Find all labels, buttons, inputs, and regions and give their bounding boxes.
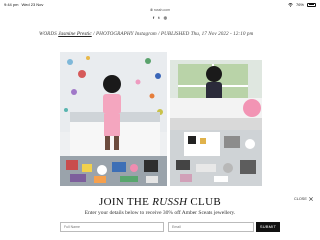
article-photo-living-room <box>170 60 262 186</box>
submit-button[interactable]: SUBMIT <box>256 222 280 232</box>
words-label: WORDS <box>39 31 57 37</box>
newsletter-title-prefix: JOIN THE <box>99 196 150 208</box>
bedroom-illustration <box>60 52 167 186</box>
article-credits: WORDS Jasmine Prestic / PHOTOGRAPHY Inst… <box>39 31 254 37</box>
newsletter-title-brand: RUSSH <box>152 196 188 208</box>
published-label: PUBLISHED <box>160 31 190 37</box>
newsletter-title-suffix: CLUB <box>190 196 221 208</box>
published-date: Thu, 17 Nov 2022 - 12:10 pm <box>190 31 254 37</box>
newsletter-subtitle: Enter your details below to receive 30% … <box>84 210 236 216</box>
living-room-illustration <box>170 60 262 186</box>
instagram-icon[interactable]: ◎ <box>164 15 168 20</box>
battery-icon <box>307 2 316 7</box>
email-input[interactable] <box>168 222 254 232</box>
social-links: f t ◎ <box>0 15 320 20</box>
article-photo-bedroom <box>60 52 167 186</box>
newsletter-title: JOIN THE RUSSH CLUB <box>0 196 320 208</box>
lock-icon <box>150 8 153 11</box>
facebook-icon[interactable]: f <box>153 15 154 20</box>
photographer-link[interactable]: Instagram <box>135 31 157 37</box>
full-name-input[interactable] <box>60 222 164 232</box>
url-text: russh.com <box>153 8 171 12</box>
twitter-icon[interactable]: t <box>158 15 159 20</box>
wifi-icon <box>288 2 293 7</box>
author-link[interactable]: Jasmine Prestic <box>58 31 92 37</box>
photography-label: PHOTOGRAPHY <box>95 31 134 37</box>
address-bar[interactable]: russh.com <box>0 8 320 12</box>
